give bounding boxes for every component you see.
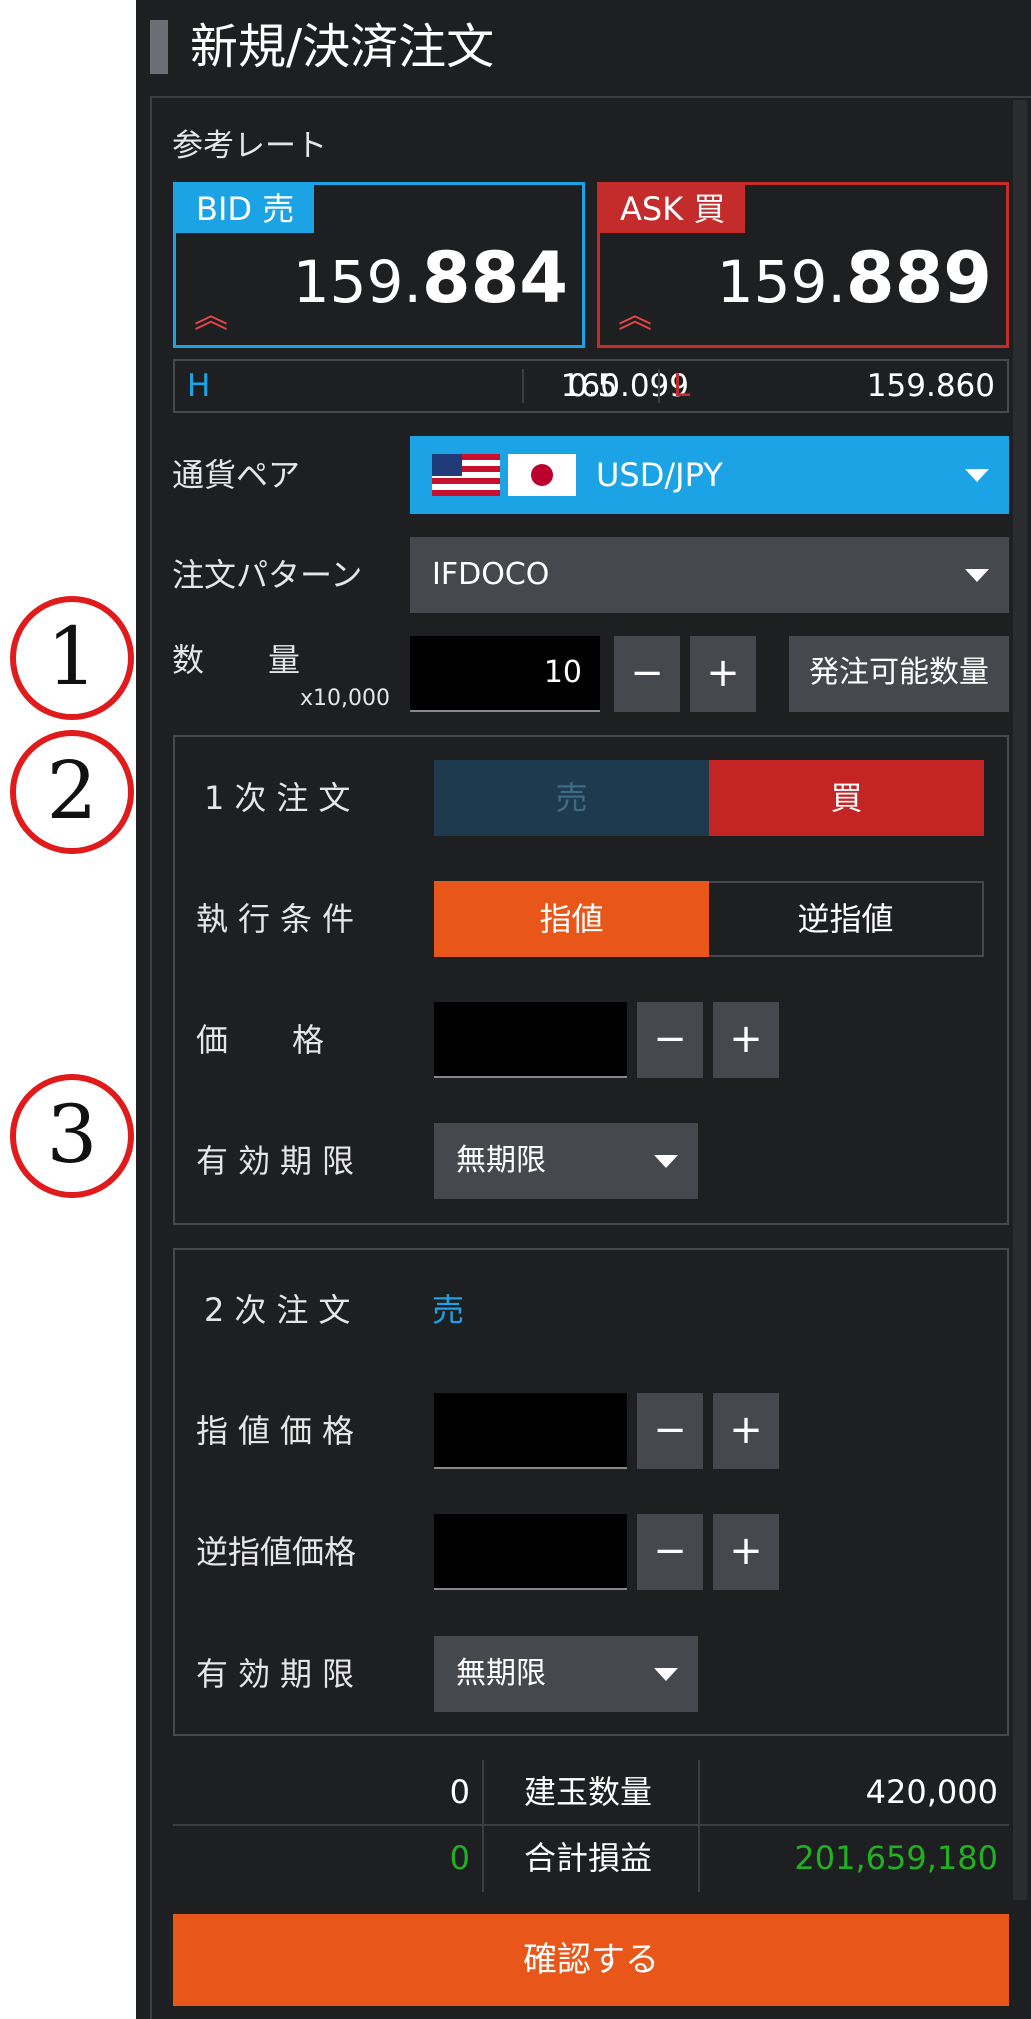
- stop-price-input[interactable]: [434, 1514, 627, 1590]
- second-order-side: 売: [432, 1291, 465, 1329]
- available-quantity-button[interactable]: 発注可能数量: [789, 636, 1009, 712]
- first-order-expiry-dropdown[interactable]: 無期限: [434, 1123, 698, 1199]
- ask-tag: ASK 買: [600, 185, 746, 233]
- high-label: H: [187, 368, 211, 404]
- ask-price-major: 159.: [716, 248, 846, 316]
- quantity-plus-button[interactable]: +: [690, 636, 756, 712]
- bid-tag: BID 売: [176, 185, 315, 233]
- reference-rate-label: 参考レート: [172, 128, 327, 164]
- up-arrow-icon: ︽: [194, 296, 228, 336]
- bid-price-pips: 884: [421, 237, 568, 319]
- bid-price: 159.884: [293, 238, 568, 337]
- stop-price-plus-button[interactable]: +: [713, 1514, 779, 1590]
- pnl-left: 0: [449, 1839, 470, 1877]
- high-low-row: H 160.099 0.5 L 159.860: [173, 359, 1009, 413]
- summary-row-divider: [173, 1824, 1009, 1826]
- quantity-unit: x10,000: [300, 686, 390, 711]
- limit-price-label: 指値価格: [196, 1412, 365, 1450]
- total-pnl-value: 201,659,180: [794, 1839, 998, 1877]
- chevron-down-icon: [654, 1155, 678, 1168]
- divider: [658, 369, 660, 403]
- expiry-label: 有効期限: [196, 1142, 365, 1180]
- ask-price-pips: 889: [845, 237, 992, 319]
- buy-button[interactable]: 買: [709, 760, 984, 836]
- total-pnl-label: 合計損益: [524, 1839, 653, 1877]
- jp-flag-icon: [508, 454, 576, 496]
- low-value: 159.860: [866, 368, 995, 404]
- expiry-value: 無期限: [456, 1143, 546, 1178]
- price-input[interactable]: [434, 1002, 627, 1078]
- up-arrow-icon: ︽: [618, 296, 652, 336]
- quantity-value: 10: [543, 655, 582, 690]
- order-pattern-value: IFDOCO: [432, 557, 550, 592]
- limit-order-button[interactable]: 指値: [434, 881, 709, 957]
- second-order-expiry-dropdown[interactable]: 無期限: [434, 1636, 698, 1712]
- currency-pair-value: USD/JPY: [596, 456, 723, 494]
- position-quantity-label: 建玉数量: [524, 1773, 653, 1811]
- second-expiry-value: 無期限: [456, 1656, 546, 1691]
- summary-divider: [698, 1760, 700, 1892]
- stop-price-label: 逆指値価格: [196, 1533, 357, 1571]
- position-quantity-value: 420,000: [865, 1773, 998, 1811]
- limit-price-minus-button[interactable]: −: [637, 1393, 703, 1469]
- position-count-left: 0: [449, 1773, 470, 1811]
- scrollbar[interactable]: [1013, 100, 1027, 1900]
- ask-quote-box[interactable]: ASK 買 ︽ 159.889: [597, 182, 1009, 348]
- currency-pair-label: 通貨ペア: [172, 456, 301, 494]
- chevron-down-icon: [654, 1668, 678, 1681]
- panel-title: 新規/決済注文: [190, 19, 495, 75]
- summary-divider: [482, 1760, 484, 1892]
- chevron-down-icon: [965, 469, 989, 482]
- price-label: 価 格: [196, 1021, 325, 1059]
- quantity-minus-button[interactable]: −: [614, 636, 680, 712]
- stop-price-minus-button[interactable]: −: [637, 1514, 703, 1590]
- ask-price: 159.889: [717, 238, 992, 337]
- chevron-down-icon: [965, 569, 989, 582]
- execution-condition-label: 執行条件: [196, 900, 365, 938]
- price-minus-button[interactable]: −: [637, 1002, 703, 1078]
- second-expiry-label: 有効期限: [196, 1655, 365, 1693]
- annotation-2: 2: [10, 730, 134, 854]
- currency-pair-dropdown[interactable]: USD/JPY: [410, 436, 1009, 514]
- order-pattern-dropdown[interactable]: IFDOCO: [410, 537, 1009, 613]
- limit-price-plus-button[interactable]: +: [713, 1393, 779, 1469]
- bid-price-major: 159.: [292, 248, 422, 316]
- us-flag-icon: [432, 454, 500, 496]
- confirm-button[interactable]: 確認する: [173, 1914, 1009, 2006]
- spread-value: 0.5: [568, 368, 618, 404]
- first-order-label: 1次注文: [204, 779, 361, 817]
- bid-quote-box[interactable]: BID 売 ︽ 159.884: [173, 182, 585, 348]
- quantity-input[interactable]: 10: [410, 636, 600, 712]
- second-order-label: 2次注文: [204, 1291, 361, 1329]
- sell-button[interactable]: 売: [434, 760, 709, 836]
- stop-order-button[interactable]: 逆指値: [709, 881, 984, 957]
- annotation-3: 3: [10, 1074, 134, 1198]
- header-accent-bar: [150, 20, 168, 74]
- limit-price-input[interactable]: [434, 1393, 627, 1469]
- order-pattern-label: 注文パターン: [172, 556, 363, 594]
- divider: [522, 369, 524, 403]
- header-divider: [150, 96, 1031, 98]
- panel-left-border: [150, 96, 152, 2019]
- low-label: L: [673, 368, 691, 404]
- annotation-1: 1: [10, 596, 134, 720]
- quantity-label: 数 量: [172, 641, 301, 679]
- price-plus-button[interactable]: +: [713, 1002, 779, 1078]
